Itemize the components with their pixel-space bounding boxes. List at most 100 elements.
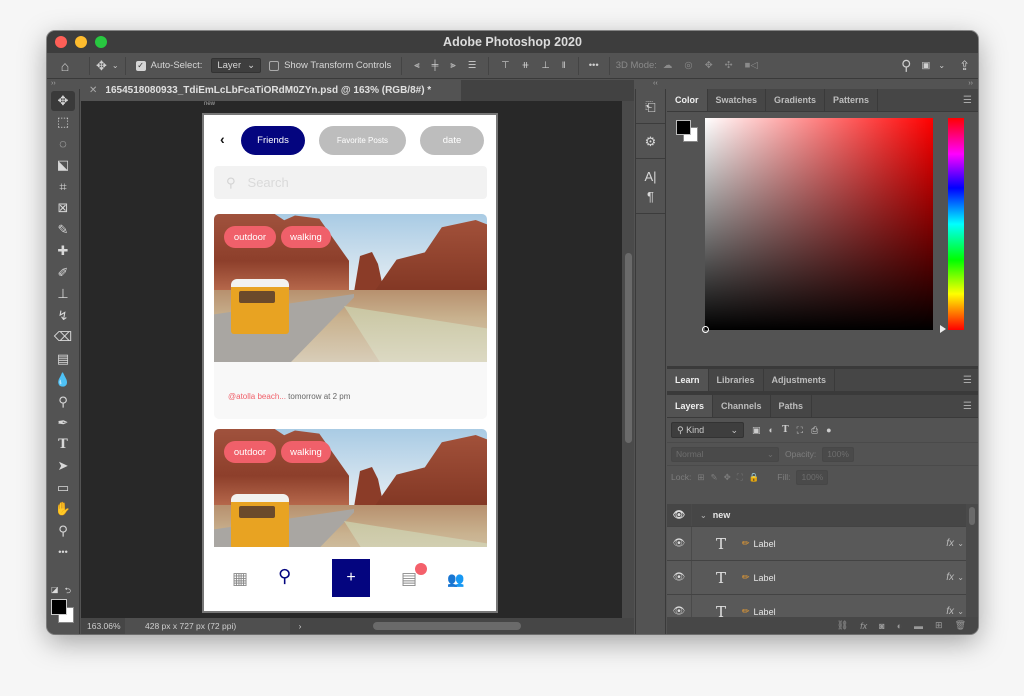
delete-layer-icon[interactable]: 🗑	[955, 620, 966, 631]
layers-scrollbar[interactable]	[966, 504, 978, 617]
visibility-eye-icon[interactable]: 👁	[667, 527, 692, 560]
chevron-down-icon[interactable]: ⌄	[957, 539, 964, 548]
fx-icon[interactable]: fx	[946, 538, 954, 549]
canvas-vertical-scrollbar[interactable]	[622, 101, 634, 618]
tab-learn[interactable]: Learn	[667, 369, 709, 391]
filter-adjustment-icon[interactable]: ◐	[769, 425, 774, 435]
layer-row[interactable]: 👁 T ✏ Label fx ⌄	[667, 527, 966, 561]
rectangular-marquee-tool-icon[interactable]: ⬚	[51, 112, 75, 132]
default-colors-icon[interactable]: ◪ ⮌	[51, 585, 71, 599]
spot-healing-tool-icon[interactable]: ✚	[51, 241, 75, 261]
dodge-tool-icon[interactable]: ⚲	[51, 392, 75, 412]
show-transform-checkbox[interactable]: Show Transform Controls	[269, 60, 391, 71]
fx-icon[interactable]: fx	[860, 621, 867, 631]
filter-pill-favorite-posts[interactable]: Favorite Posts	[319, 126, 406, 155]
filter-shape-icon[interactable]: ⛶	[797, 425, 803, 436]
color-picker-marker[interactable]	[702, 326, 709, 333]
gradient-tool-icon[interactable]: ▤	[51, 349, 75, 369]
chevron-down-icon[interactable]: ⌄	[957, 607, 964, 616]
hand-tool-icon[interactable]: ✋	[51, 499, 75, 519]
foreground-color-swatch[interactable]	[676, 120, 691, 135]
canvas-area[interactable]: new ‹ Friends Favorite Posts date ⚲ Sear…	[81, 101, 622, 618]
opacity-input[interactable]: 100%	[822, 446, 854, 462]
share-icon[interactable]: ⇪	[959, 58, 970, 74]
foreground-color-swatch[interactable]	[51, 599, 67, 615]
link-layers-icon[interactable]: ⛓	[837, 620, 848, 631]
layer-row[interactable]: 👁 ⌄ new	[667, 504, 966, 527]
tab-paths[interactable]: Paths	[771, 395, 813, 417]
chevron-down-icon[interactable]: ⌄	[938, 61, 945, 70]
lock-image-icon[interactable]: ✎	[710, 472, 717, 483]
color-picker-field[interactable]	[705, 118, 933, 330]
tag-walking[interactable]: walking	[281, 441, 331, 463]
workspace-icon[interactable]: ▣	[921, 60, 930, 71]
mock-search-input[interactable]	[247, 175, 448, 190]
scroll-thumb[interactable]	[625, 253, 632, 443]
rectangle-tool-icon[interactable]: ▭	[51, 478, 75, 498]
close-tab-icon[interactable]: ✕	[89, 85, 97, 96]
align-right-icon[interactable]: ⫸	[450, 60, 455, 71]
zoom-level[interactable]: 163.06%	[81, 621, 125, 631]
zoom-tool-icon[interactable]: ⚲	[51, 521, 75, 541]
align-center-icon[interactable]: ╪	[432, 60, 439, 71]
scroll-thumb[interactable]	[969, 507, 975, 525]
filter-pixel-icon[interactable]: ▣	[752, 425, 761, 436]
chat-icon[interactable]: ▤	[401, 569, 417, 589]
type-tool-icon[interactable]: T	[51, 435, 75, 455]
properties-panel-icon[interactable]: ⚙	[636, 132, 665, 152]
object-selection-tool-icon[interactable]: ⬕	[51, 155, 75, 175]
collapse-toolbar-icon[interactable]: ››	[47, 80, 80, 88]
eraser-tool-icon[interactable]: ⌫	[51, 327, 75, 347]
new-group-icon[interactable]: ▬	[914, 621, 923, 631]
lock-all-icon[interactable]: 🔒	[749, 472, 760, 483]
home-icon[interactable]: ⌂	[47, 58, 83, 74]
document-tab[interactable]: ✕ 1654518080933_TdiEmLcLbFcaTiORdM0ZYn.p…	[81, 80, 461, 101]
search-icon[interactable]: ⚲	[901, 57, 911, 74]
chevron-down-icon[interactable]: ⌄	[957, 573, 964, 582]
eyedropper-tool-icon[interactable]: ✎	[51, 220, 75, 240]
mock-search-box[interactable]: ⚲	[214, 166, 487, 199]
character-panel-icon[interactable]: A|	[636, 167, 665, 187]
people-icon[interactable]: 👥	[447, 571, 464, 588]
fx-icon[interactable]: fx	[946, 606, 954, 617]
move-tool-icon[interactable]: ✥	[96, 58, 107, 74]
history-panel-icon[interactable]: ⎗	[636, 97, 665, 117]
panel-menu-icon[interactable]: ☰	[963, 375, 972, 386]
post-location[interactable]: @atolla beach...	[228, 392, 286, 401]
tab-libraries[interactable]: Libraries	[709, 369, 764, 391]
distribute-icon[interactable]: ☰	[468, 60, 477, 71]
blur-tool-icon[interactable]: 💧	[51, 370, 75, 390]
crop-tool-icon[interactable]: ⌗	[51, 177, 75, 197]
checkbox-unchecked-icon[interactable]	[269, 60, 280, 71]
tab-swatches[interactable]: Swatches	[708, 89, 767, 111]
calendar-icon[interactable]: ▦	[232, 569, 248, 589]
more-tools-tool-icon[interactable]: •••	[51, 542, 75, 562]
lock-artboard-icon[interactable]: ⛶	[737, 472, 743, 483]
filter-pill-friends[interactable]: Friends	[241, 126, 305, 155]
align-top-icon[interactable]: ⊤	[501, 60, 509, 71]
fill-input[interactable]: 100%	[796, 469, 829, 485]
visibility-eye-icon[interactable]: 👁	[667, 595, 692, 617]
maximize-window-button[interactable]	[95, 36, 107, 48]
clone-stamp-tool-icon[interactable]: ⊥	[51, 284, 75, 304]
panel-menu-icon[interactable]: ☰	[963, 401, 972, 412]
move-tool-icon[interactable]: ✥	[51, 90, 75, 111]
tag-outdoor[interactable]: outdoor	[224, 441, 276, 463]
align-middle-icon[interactable]: ⧺	[522, 60, 530, 71]
align-left-icon[interactable]: ⫷	[414, 60, 419, 71]
add-mask-icon[interactable]: ◙	[879, 621, 884, 631]
distribute-vertical-icon[interactable]: ‖	[562, 60, 566, 71]
layer-row[interactable]: 👁 T ✏ Label fx ⌄	[667, 561, 966, 595]
layer-row[interactable]: 👁 T ✏ Label fx ⌄	[667, 595, 966, 617]
horizontal-scroll-thumb[interactable]	[373, 622, 521, 630]
panel-menu-icon[interactable]: ☰	[963, 95, 972, 106]
tab-layers[interactable]: Layers	[667, 395, 714, 417]
lock-position-icon[interactable]: ✥	[724, 472, 731, 483]
history-brush-tool-icon[interactable]: ↯	[51, 306, 75, 326]
paragraph-panel-icon[interactable]: ¶	[636, 187, 665, 207]
auto-select-dropdown[interactable]: Layer ⌄	[211, 58, 262, 73]
layer-kind-dropdown[interactable]: ⚲ Kind ⌄	[671, 422, 744, 438]
tab-adjustments[interactable]: Adjustments	[764, 369, 836, 391]
visibility-eye-icon[interactable]: 👁	[667, 504, 692, 526]
filter-type-icon[interactable]: T	[782, 425, 789, 435]
